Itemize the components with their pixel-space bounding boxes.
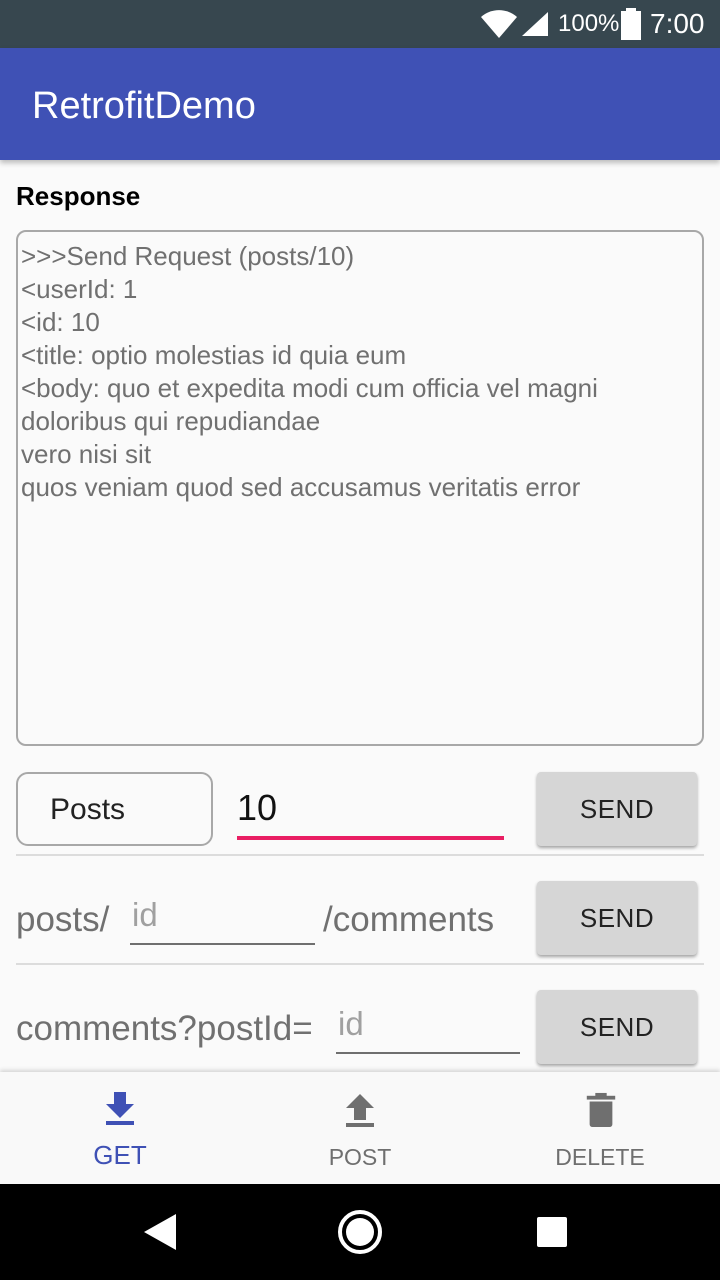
nav-label-post: POST xyxy=(328,1144,392,1170)
divider xyxy=(16,854,704,856)
app-bar: RetrofitDemo xyxy=(0,48,720,160)
comments-post-id-input[interactable]: id xyxy=(130,895,315,945)
home-icon[interactable] xyxy=(336,1208,384,1256)
wifi-icon xyxy=(481,10,517,38)
clock: 7:00 xyxy=(650,8,705,39)
signal-icon xyxy=(522,12,548,36)
send-button-query[interactable]: SEND xyxy=(537,990,697,1064)
spinner-selected-value: Posts xyxy=(50,793,126,826)
send-button-comments[interactable]: SEND xyxy=(537,881,697,955)
post-id-input-value: 10 xyxy=(237,787,278,828)
posts-prefix-label: posts/ xyxy=(16,900,110,939)
query-post-id-placeholder: id xyxy=(338,1005,364,1042)
divider xyxy=(16,963,704,965)
comments-post-id-placeholder: id xyxy=(132,896,158,933)
nav-label-delete: DELETE xyxy=(555,1144,645,1170)
nav-item-delete[interactable]: DELETE xyxy=(480,1072,720,1184)
system-navigation-bar xyxy=(0,1184,720,1280)
endpoint-spinner[interactable]: Posts xyxy=(16,772,213,846)
nav-label-get: GET xyxy=(93,1140,147,1170)
query-post-id-input[interactable]: id xyxy=(336,1004,520,1054)
upload-icon xyxy=(346,1094,374,1127)
battery-icon xyxy=(621,8,641,40)
response-label: Response xyxy=(16,181,141,211)
trash-icon xyxy=(586,1092,616,1128)
status-bar: 100% 7:00 xyxy=(0,0,720,48)
comments-query-label: comments?postId= xyxy=(16,1009,313,1048)
battery-percentage: 100% xyxy=(558,10,620,37)
send-button-posts[interactable]: SEND xyxy=(537,772,697,846)
post-id-input[interactable]: 10 xyxy=(237,786,504,840)
recents-icon[interactable] xyxy=(536,1216,568,1248)
nav-item-get[interactable]: GET xyxy=(0,1072,240,1184)
back-icon[interactable] xyxy=(142,1212,180,1252)
comments-suffix-label: /comments xyxy=(323,900,495,939)
response-textarea[interactable]: >>>Send Request (posts/10) <userId: 1 <i… xyxy=(16,230,704,746)
bottom-navigation: GET POST DELETE xyxy=(0,1072,720,1184)
download-icon xyxy=(106,1092,134,1125)
app-title: RetrofitDemo xyxy=(32,85,256,127)
nav-item-post[interactable]: POST xyxy=(240,1072,480,1184)
